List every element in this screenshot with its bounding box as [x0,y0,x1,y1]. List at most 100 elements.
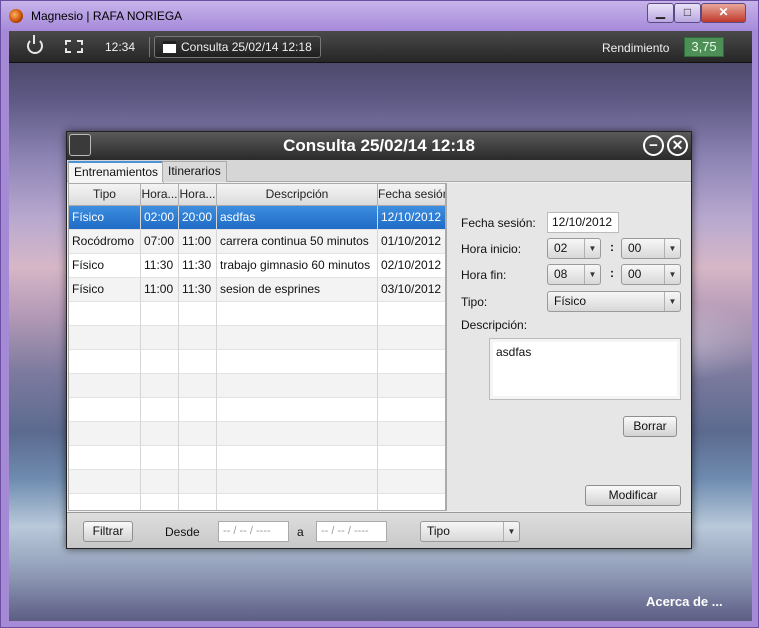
cell-hora-inicio [141,350,179,374]
chevron-down-icon: ▼ [584,239,600,258]
descripcion-label: Descripción: [461,318,528,332]
cell-hora-inicio: 11:30 [141,254,179,278]
cell-tipo [69,446,141,470]
hora-fin-label: Hora fin: [461,268,507,282]
hora-inicio-hour-value: 02 [554,241,568,255]
tab-itinerarios[interactable]: Itinerarios [162,161,227,182]
cell-hora-inicio: 11:00 [141,278,179,302]
tab-entrenamientos[interactable]: Entrenamientos [68,161,165,183]
table-row[interactable]: Físico 11:00 11:30 sesion de esprines 03/10/… [69,278,445,302]
app-logo-icon [9,9,23,23]
time-colon: : [610,266,614,280]
maximize-button[interactable]: □ [674,3,701,23]
cell-tipo: Físico [69,278,141,302]
table-row[interactable]: Físico 02:00 20:00 asdfas 12/10/2012 [69,206,445,230]
cell-hora-fin [179,470,217,494]
calendar-icon [163,41,176,53]
tipo-select-value: Físico [554,294,587,308]
cell-hora-inicio [141,302,179,326]
about-link[interactable]: Acerca de ... [646,594,723,609]
hasta-date-input[interactable]: -- / -- / ---- [316,521,387,542]
entrenamientos-table: Tipo Hora... Hora... Descripción Fecha s… [68,183,446,511]
cell-tipo [69,494,141,510]
column-header-descripcion[interactable]: Descripción [217,184,378,206]
table-row[interactable] [69,494,445,510]
window-title: Magnesio | RAFA NORIEGA [31,9,183,23]
cell-tipo [69,326,141,350]
column-header-tipo[interactable]: Tipo [69,184,141,206]
hora-inicio-minute-select[interactable]: 00 ▼ [621,238,681,259]
tipo-filter-select[interactable]: Tipo ▼ [420,521,520,542]
cell-hora-inicio: 07:00 [141,230,179,254]
hora-fin-hour-value: 08 [554,267,568,281]
cell-fecha: 03/10/2012 [378,278,445,302]
chevron-down-icon: ▼ [664,239,680,258]
cell-tipo: Rocódromo [69,230,141,254]
column-header-hora-inicio[interactable]: Hora... [141,184,179,206]
close-button[interactable]: ✕ [701,3,746,23]
hora-fin-hour-select[interactable]: 08 ▼ [547,264,601,285]
fullscreen-icon[interactable] [65,40,83,53]
cell-descripcion [217,470,378,494]
cell-descripcion: asdfas [217,206,378,230]
table-row[interactable]: Rocódromo 07:00 11:00 carrera continua 50 m… [69,230,445,254]
tab-bar: Entrenamientos Itinerarios [67,160,691,183]
borrar-button[interactable]: Borrar [623,416,677,437]
dialog-close-button[interactable]: ✕ [667,135,688,156]
tipo-select[interactable]: Físico ▼ [547,291,681,312]
table-row[interactable] [69,374,445,398]
consulta-dialog: Consulta 25/02/14 12:18 − ✕ Entrenamient… [66,131,692,549]
desktop-background: 12:34 Consulta 25/02/14 12:18 Rendimient… [9,31,752,621]
power-icon[interactable] [27,35,43,54]
modificar-button[interactable]: Modificar [585,485,681,506]
hora-fin-minute-select[interactable]: 00 ▼ [621,264,681,285]
cell-hora-fin: 20:00 [179,206,217,230]
task-button-consulta[interactable]: Consulta 25/02/14 12:18 [154,36,321,58]
cell-hora-fin [179,494,217,510]
column-header-fecha[interactable]: Fecha sesión [378,184,445,206]
cell-hora-inicio [141,470,179,494]
hora-inicio-hour-select[interactable]: 02 ▼ [547,238,601,259]
cell-descripcion [217,398,378,422]
column-header-hora-fin[interactable]: Hora... [179,184,217,206]
clock: 12:34 [105,40,136,54]
cell-descripcion [217,302,378,326]
table-row[interactable] [69,398,445,422]
filtrar-button[interactable]: Filtrar [83,521,133,542]
table-row[interactable] [69,302,445,326]
descripcion-textarea[interactable]: asdfas [489,338,681,400]
table-row[interactable]: Físico 11:30 11:30 trabajo gimnasio 60 minu… [69,254,445,278]
desde-date-input[interactable]: -- / -- / ---- [218,521,289,542]
fecha-field[interactable]: 12/10/2012 [547,212,619,233]
cell-fecha [378,446,445,470]
minimize-button[interactable]: ▁ [647,3,674,23]
table-row[interactable] [69,326,445,350]
tipo-filter-value: Tipo [427,524,450,538]
time-colon: : [610,240,614,254]
cell-hora-inicio [141,422,179,446]
table-row[interactable] [69,470,445,494]
table-header: Tipo Hora... Hora... Descripción Fecha s… [69,184,445,206]
cell-fecha: 02/10/2012 [378,254,445,278]
fecha-label: Fecha sesión: [461,216,536,230]
cell-descripcion: sesion de esprines [217,278,378,302]
desde-label: Desde [165,525,200,539]
cell-fecha [378,350,445,374]
task-button-label: Consulta 25/02/14 12:18 [181,40,312,54]
cell-hora-fin [179,422,217,446]
dialog-minimize-button[interactable]: − [643,135,664,156]
table-row[interactable] [69,422,445,446]
cell-hora-inicio [141,398,179,422]
table-row[interactable] [69,350,445,374]
cell-descripcion [217,446,378,470]
cell-hora-fin [179,302,217,326]
cell-tipo [69,350,141,374]
cell-fecha [378,302,445,326]
table-row[interactable] [69,446,445,470]
cell-descripcion [217,494,378,510]
cell-tipo [69,302,141,326]
cell-hora-fin [179,350,217,374]
chevron-down-icon: ▼ [664,265,680,284]
cell-descripcion [217,374,378,398]
cell-descripcion [217,326,378,350]
